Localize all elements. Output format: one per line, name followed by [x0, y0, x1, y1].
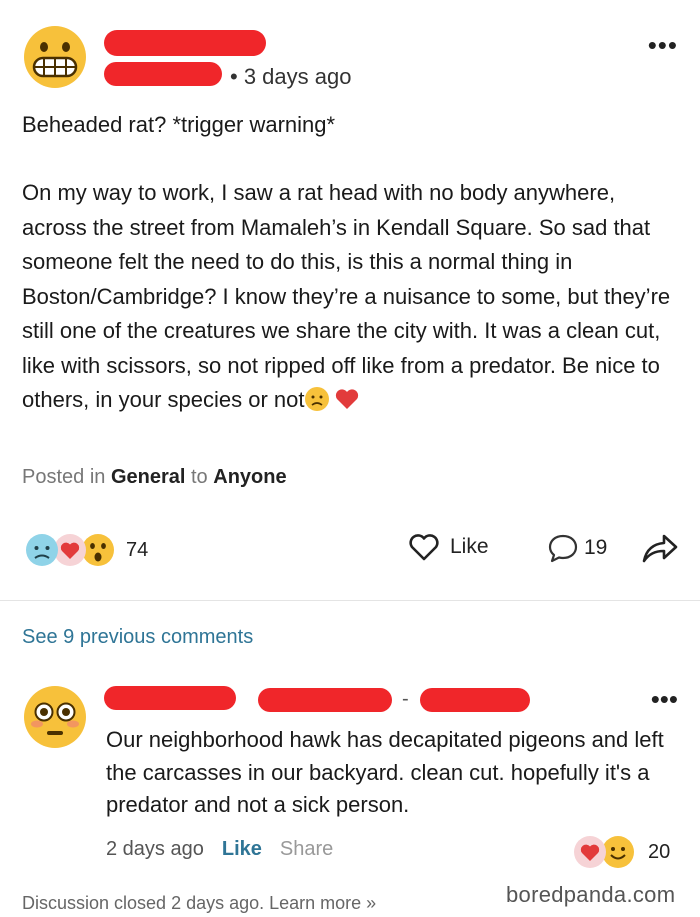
more-options-icon[interactable]: ••• [648, 32, 678, 58]
author-avatar-grimacing-face-icon[interactable] [22, 24, 88, 90]
audience-label: Anyone [213, 466, 287, 488]
posted-in-prefix: Posted in [22, 466, 106, 488]
author-name-redacted[interactable] [104, 30, 266, 56]
share-arrow-icon[interactable] [640, 530, 680, 566]
commenter-school-redacted [258, 688, 392, 712]
see-previous-comments-link[interactable]: See 9 previous comments [22, 626, 253, 649]
like-button[interactable]: Like [408, 532, 489, 562]
comment-share-button[interactable]: Share [280, 838, 333, 861]
commenter-avatar-flushed-face-icon[interactable] [22, 684, 88, 750]
commenter-name-separator: - [402, 688, 409, 710]
like-label: Like [450, 535, 489, 558]
post-timestamp: • 3 days ago [230, 64, 352, 89]
comment-meta: 2 days ago Like Share [106, 838, 333, 861]
reaction-count: 74 [126, 538, 149, 561]
post-body-text: On my way to work, I saw a rat head with… [22, 180, 671, 412]
comment-body: Our neighborhood hawk has decapitated pi… [106, 727, 664, 817]
comment-time: 2 days ago [106, 838, 204, 860]
comment-like-button[interactable]: Like [222, 838, 262, 861]
comment-count: 19 [584, 536, 608, 559]
posted-in-line: Posted in General to Anyone [22, 466, 287, 489]
comment-more-options-icon[interactable]: ••• [651, 686, 678, 712]
category-link[interactable]: General [111, 466, 185, 488]
reactions-summary[interactable]: 74 [24, 530, 148, 570]
author-location-redacted [104, 62, 222, 86]
heart-outline-icon [409, 534, 439, 561]
comment-button[interactable]: 19 [546, 532, 607, 564]
post-body: On my way to work, I saw a rat head with… [22, 176, 672, 418]
discussion-closed-notice[interactable]: Discussion closed 2 days ago. Learn more… [22, 893, 376, 914]
section-divider [0, 600, 700, 601]
commenter-location-redacted [420, 688, 530, 712]
sad-face-icon [305, 387, 330, 411]
post-title: Beheaded rat? *trigger warning* [22, 112, 336, 137]
to-label: to [191, 466, 208, 488]
red-heart-icon [336, 389, 359, 409]
comment-reactions[interactable]: 20 [572, 834, 670, 870]
speech-bubble-icon [548, 534, 578, 563]
heart-reaction-icon [574, 836, 606, 868]
comment-reaction-count: 20 [648, 840, 671, 863]
sad-reaction-icon [26, 534, 58, 566]
commenter-name-redacted[interactable] [104, 686, 236, 710]
watermark: boredpanda.com [506, 882, 676, 907]
